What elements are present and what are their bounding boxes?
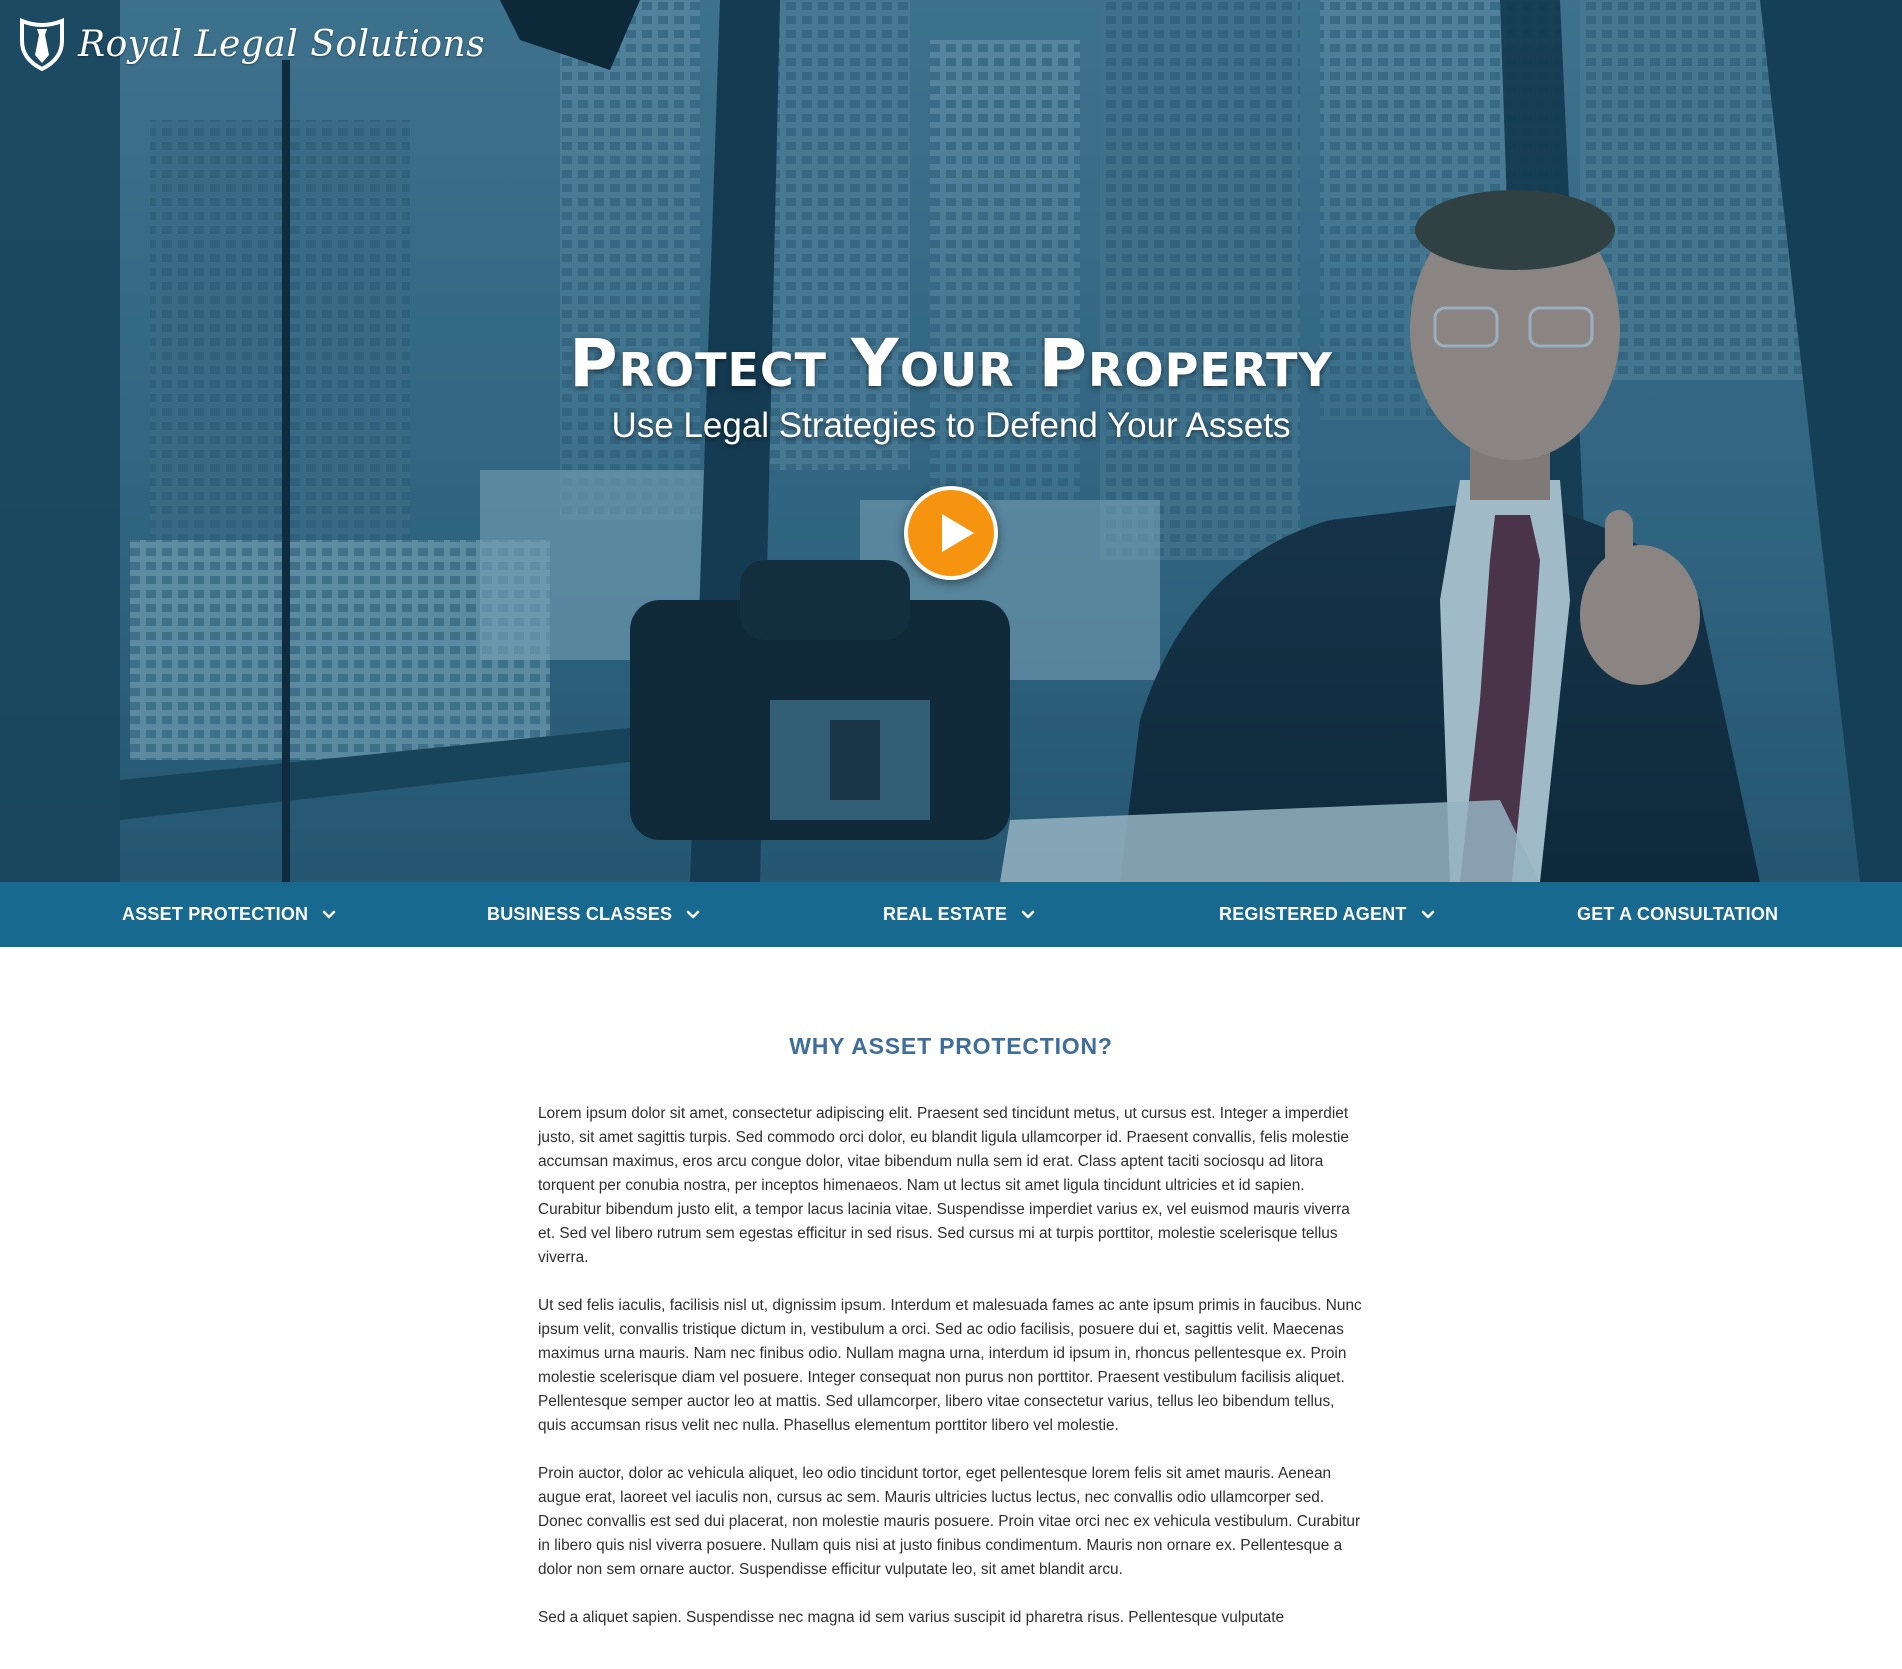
nav-item-registered-agent[interactable]: REGISTERED AGENT (1219, 882, 1435, 947)
paragraph: Lorem ipsum dolor sit amet, consectetur … (538, 1105, 1350, 1266)
nav-item-label: GET A CONSULTATION (1577, 904, 1779, 924)
chevron-down-icon (322, 910, 336, 918)
paragraph: Ut sed felis iaculis, facilisis nisl ut,… (538, 1297, 1362, 1434)
brand-name: Royal Legal Solutions (78, 23, 486, 65)
nav-item-label: ASSET PROTECTION (122, 904, 309, 924)
brand-logo[interactable]: Royal Legal Solutions (18, 16, 485, 72)
paragraph: Sed a aliquet sapien. Suspendisse nec ma… (538, 1609, 1285, 1626)
nav-item-business-classes[interactable]: BUSINESS CLASSES (487, 882, 700, 947)
main-navigation: ASSET PROTECTION BUSINESS CLASSES REAL E… (0, 882, 1902, 947)
nav-item-label: BUSINESS CLASSES (487, 904, 673, 924)
nav-item-get-a-consultation[interactable]: GET A CONSULTATION (1577, 882, 1778, 947)
main-content: WHY ASSET PROTECTION? Lorem ipsum dolor … (0, 947, 1902, 1669)
play-icon (942, 514, 974, 552)
hero-banner: Royal Legal Solutions Protect Your Prope… (0, 0, 1902, 882)
nav-item-label: REGISTERED AGENT (1219, 904, 1407, 924)
article-body: Lorem ipsum dolor sit amet, consectetur … (538, 1102, 1366, 1654)
nav-item-real-estate[interactable]: REAL ESTATE (883, 882, 1035, 947)
chevron-down-icon (1021, 910, 1035, 918)
hero-subtitle: Use Legal Strategies to Defend Your Asse… (611, 406, 1291, 445)
paragraph: Proin auctor, dolor ac vehicula aliquet,… (538, 1465, 1361, 1578)
chevron-down-icon (686, 910, 700, 918)
shield-tie-icon (20, 18, 64, 71)
nav-item-label: REAL ESTATE (883, 904, 1008, 924)
section-heading: WHY ASSET PROTECTION? (789, 1033, 1113, 1059)
chevron-down-icon (1421, 910, 1434, 918)
hero-title: Protect Your Property (569, 325, 1333, 402)
nav-item-asset-protection[interactable]: ASSET PROTECTION (122, 882, 336, 947)
play-video-button[interactable] (904, 486, 998, 580)
